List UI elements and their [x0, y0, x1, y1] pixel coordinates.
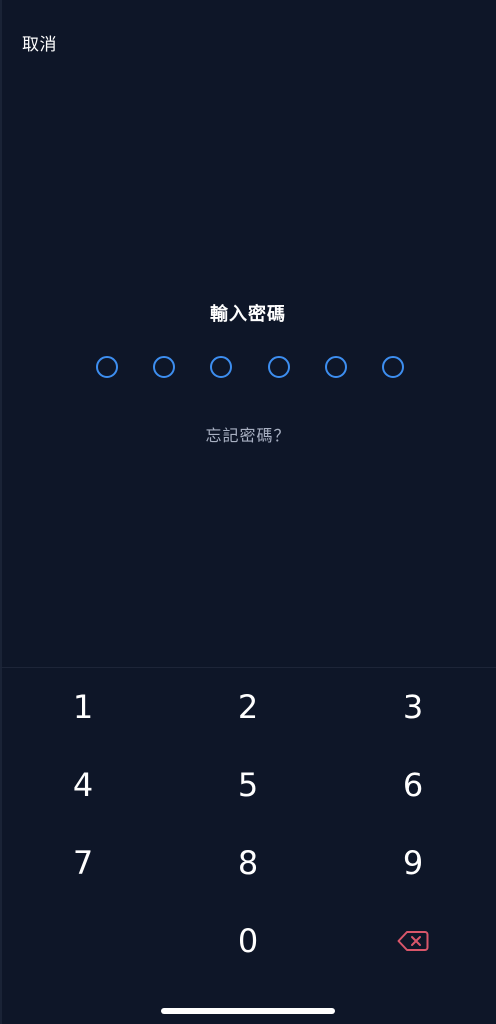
key-9[interactable]: 9 [330, 824, 496, 902]
key-6[interactable]: 6 [330, 746, 496, 824]
passcode-dot [381, 356, 404, 378]
numeric-keypad: 1 2 3 4 5 6 7 8 9 0 [0, 668, 496, 980]
key-8[interactable]: 8 [166, 824, 330, 902]
passcode-dot [153, 356, 176, 378]
passcode-dot [267, 356, 290, 378]
passcode-screen: 取消 輸入密碼 忘記密碼？ 1 2 3 4 5 6 7 8 9 0 [0, 0, 496, 1024]
key-7[interactable]: 7 [0, 824, 166, 902]
passcode-dots [96, 356, 404, 378]
backspace-icon [397, 931, 429, 951]
cancel-button[interactable]: 取消 [22, 30, 57, 55]
forgot-password-link[interactable]: 忘記密碼？ [0, 422, 496, 446]
key-0[interactable]: 0 [166, 902, 330, 980]
key-1[interactable]: 1 [0, 668, 166, 746]
key-4[interactable]: 4 [0, 746, 166, 824]
page-title: 輸入密碼 [210, 304, 286, 325]
key-5[interactable]: 5 [166, 746, 330, 824]
backspace-button[interactable] [330, 902, 496, 980]
home-indicator [161, 1008, 335, 1014]
passcode-dot [324, 356, 347, 378]
key-empty [0, 902, 166, 980]
key-3[interactable]: 3 [330, 668, 496, 746]
key-2[interactable]: 2 [166, 668, 330, 746]
passcode-dot [210, 356, 233, 378]
passcode-dot [96, 356, 118, 378]
